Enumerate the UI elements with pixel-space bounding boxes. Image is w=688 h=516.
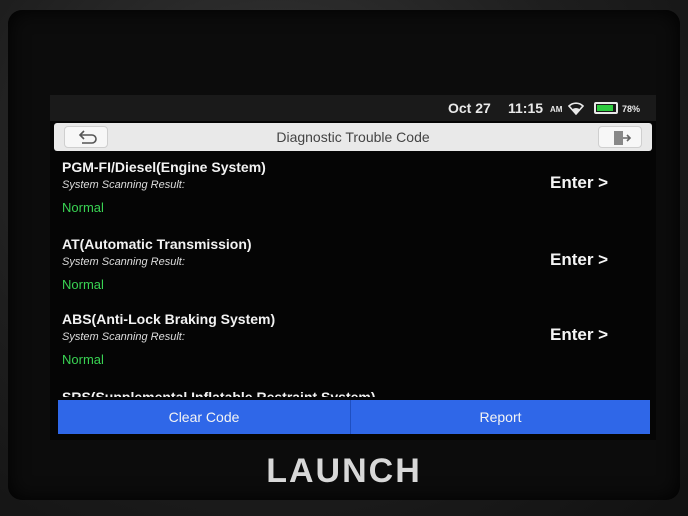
- enter-button[interactable]: Enter >: [550, 173, 608, 193]
- title-bar: Diagnostic Trouble Code: [54, 123, 652, 151]
- clear-code-label: Clear Code: [168, 409, 240, 425]
- status-time: 11:15: [508, 100, 544, 116]
- system-result-label: System Scanning Result:: [62, 179, 185, 191]
- enter-button[interactable]: Enter >: [550, 325, 608, 345]
- wifi-icon: [568, 102, 584, 115]
- system-item-transmission[interactable]: AT(Automatic Transmission) System Scanni…: [58, 234, 648, 309]
- exit-button[interactable]: [598, 126, 642, 148]
- status-ampm: AM: [550, 105, 563, 114]
- brand-logo: LAUNCH: [266, 452, 422, 490]
- status-date: Oct 27: [448, 100, 491, 116]
- enter-button[interactable]: Enter >: [550, 250, 608, 270]
- system-item-abs[interactable]: ABS(Anti-Lock Braking System) System Sca…: [58, 309, 648, 384]
- clear-code-button[interactable]: Clear Code: [58, 400, 351, 434]
- device-screen: Oct 27 11:15 AM 78% Diagnostic Trouble C…: [50, 95, 656, 440]
- system-item-engine[interactable]: PGM-FI/Diesel(Engine System) System Scan…: [58, 157, 648, 232]
- system-status: Normal: [62, 200, 104, 215]
- exit-icon: [614, 131, 632, 145]
- system-list: PGM-FI/Diesel(Engine System) System Scan…: [50, 157, 656, 397]
- system-result-label: System Scanning Result:: [62, 256, 185, 268]
- system-item-srs[interactable]: SRS(Supplemental Inflatable Restraint Sy…: [58, 389, 648, 397]
- report-button[interactable]: Report: [351, 400, 650, 434]
- system-name: PGM-FI/Diesel(Engine System): [62, 159, 266, 175]
- page-title: Diagnostic Trouble Code: [276, 129, 430, 145]
- system-status: Normal: [62, 277, 104, 292]
- system-name: AT(Automatic Transmission): [62, 236, 252, 252]
- action-bar: Clear Code Report: [58, 400, 650, 434]
- battery-level-fill: [597, 105, 613, 111]
- battery-icon: [594, 102, 618, 114]
- report-label: Report: [479, 409, 522, 425]
- battery-percent: 78%: [622, 104, 641, 114]
- system-name: ABS(Anti-Lock Braking System): [62, 311, 276, 327]
- system-result-label: System Scanning Result:: [62, 331, 185, 343]
- status-bar: Oct 27 11:15 AM 78%: [50, 95, 656, 121]
- system-status: Normal: [62, 352, 104, 367]
- system-name: SRS(Supplemental Inflatable Restraint Sy…: [62, 389, 376, 397]
